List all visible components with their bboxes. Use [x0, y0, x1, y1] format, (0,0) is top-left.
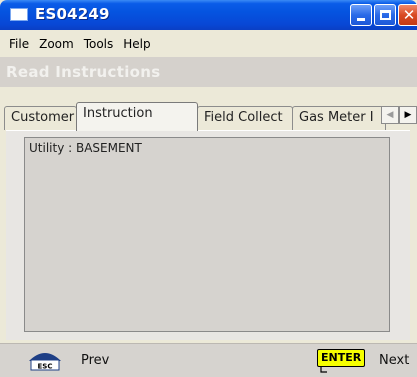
tab-strip: Customer Instruction Field Collect Gas M… — [0, 87, 417, 131]
instruction-box: Utility : BASEMENT — [24, 137, 390, 332]
tab-scroll-right-button[interactable]: ▶ — [399, 106, 417, 124]
menu-zoom[interactable]: Zoom — [34, 37, 79, 51]
enter-arrow-icon — [320, 367, 327, 373]
title-bar[interactable]: ES04249 ✕ — [0, 0, 417, 30]
enter-key-icon[interactable]: ENTER — [317, 349, 366, 367]
app-window: ES04249 ✕ File Zoom Tools Help Read Inst… — [0, 0, 417, 377]
prev-button[interactable]: Prev — [81, 353, 109, 368]
bottom-bar: ESC Prev ENTER Next — [0, 343, 417, 377]
esc-key-icon[interactable]: ESC — [27, 347, 63, 371]
minimize-button[interactable] — [350, 4, 372, 26]
menu-help[interactable]: Help — [118, 37, 155, 51]
instruction-text: Utility : BASEMENT — [29, 141, 142, 155]
minimize-icon — [357, 17, 365, 21]
arrow-right-icon: ▶ — [404, 110, 412, 120]
esc-key-label: ESC — [38, 363, 53, 371]
app-window-icon — [10, 8, 28, 21]
next-button[interactable]: Next — [379, 353, 409, 368]
maximize-button[interactable] — [374, 4, 396, 26]
tab-field-collect[interactable]: Field Collect — [197, 106, 293, 130]
arrow-left-icon: ◀ — [386, 110, 394, 120]
menu-bar: File Zoom Tools Help — [0, 30, 417, 57]
tab-customer[interactable]: Customer — [4, 106, 77, 130]
section-header: Read Instructions — [0, 57, 417, 87]
section-title: Read Instructions — [6, 63, 161, 81]
menu-file[interactable]: File — [4, 37, 34, 51]
window-title: ES04249 — [35, 5, 110, 23]
tab-scroll-left-button[interactable]: ◀ — [381, 106, 399, 124]
tab-instruction[interactable]: Instruction — [76, 102, 198, 131]
tab-gas-meter[interactable]: Gas Meter I — [292, 106, 386, 130]
close-button[interactable]: ✕ — [398, 4, 417, 26]
maximize-icon — [379, 10, 391, 20]
close-icon: ✕ — [402, 5, 416, 24]
menu-tools[interactable]: Tools — [79, 37, 119, 51]
tab-content-panel: Utility : BASEMENT — [6, 130, 410, 340]
